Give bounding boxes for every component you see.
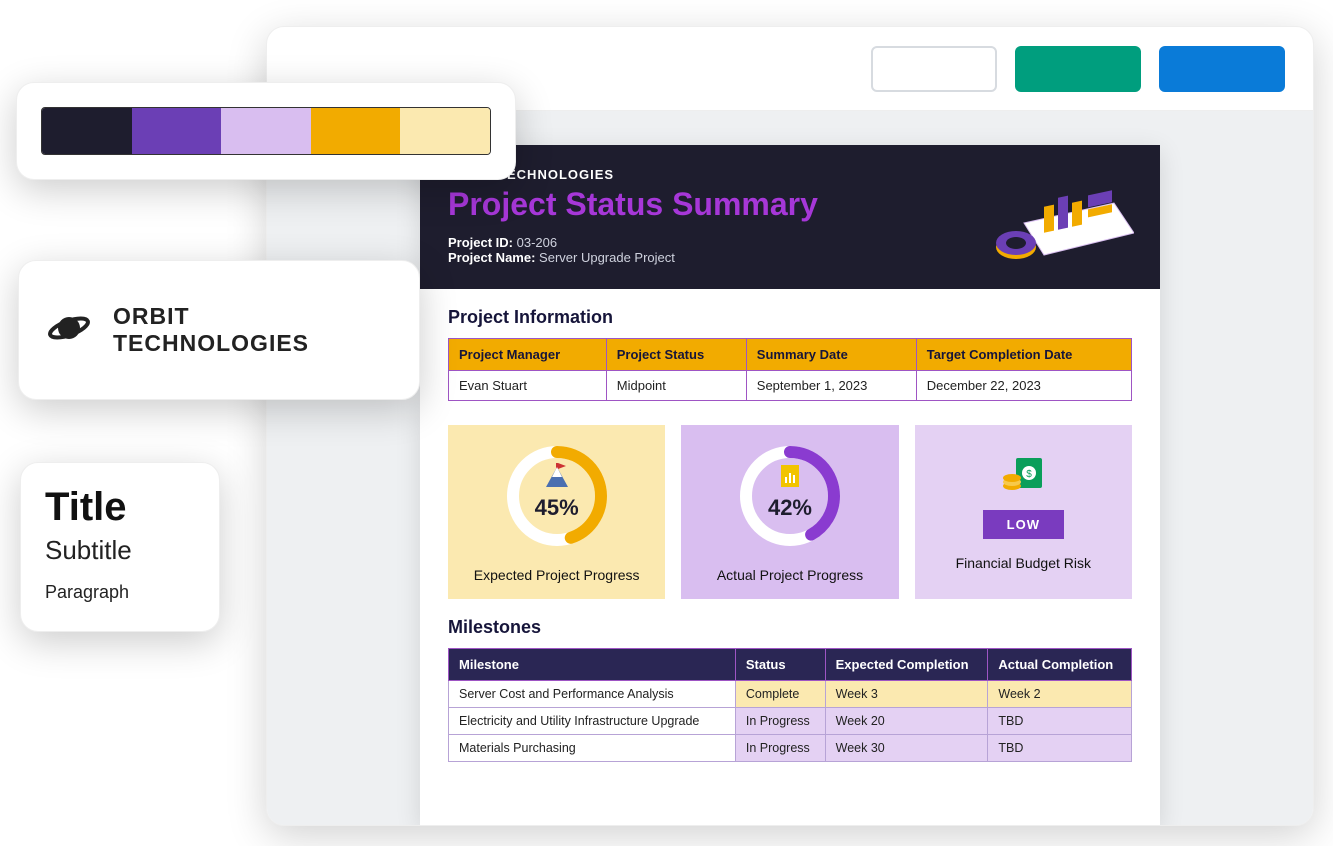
card-actual-progress: 42% Actual Project Progress [681,425,898,599]
risk-label: Financial Budget Risk [956,555,1091,571]
table-row: Materials PurchasingIn ProgressWeek 30TB… [449,735,1132,762]
typo-subtitle: Subtitle [45,535,195,566]
actual-progress-ring: 42% [735,441,845,551]
info-th-2: Summary Date [746,339,916,371]
doc-hero: ORBIT TECHNOLOGIES Project Status Summar… [420,145,1160,289]
ms-th-0: Milestone [449,649,736,681]
project-info-table: Project Manager Project Status Summary D… [448,338,1132,401]
logo-text: ORBIT TECHNOLOGIES [113,303,391,357]
table-cell: Complete [735,681,825,708]
actual-label: Actual Project Progress [717,567,863,583]
palette-swatch [400,108,490,154]
ms-th-1: Status [735,649,825,681]
palette-swatch [311,108,401,154]
info-td-0: Evan Stuart [449,371,607,401]
color-palette [41,107,491,155]
info-td-2: September 1, 2023 [746,371,916,401]
section-title-milestones: Milestones [448,617,1132,638]
actual-pct: 42% [735,441,845,551]
table-cell: In Progress [735,735,825,762]
palette-swatch [132,108,222,154]
table-cell: TBD [988,735,1132,762]
section-milestones: Milestones Milestone Status Expected Com… [420,599,1160,766]
ms-th-3: Actual Completion [988,649,1132,681]
header-button-blue[interactable] [1159,46,1285,92]
table-cell: Server Cost and Performance Analysis [449,681,736,708]
table-row: Electricity and Utility Infrastructure U… [449,708,1132,735]
expected-progress-ring: 45% [502,441,612,551]
table-cell: Week 30 [825,735,988,762]
table-cell: Week 2 [988,681,1132,708]
info-th-3: Target Completion Date [916,339,1131,371]
meta-name-value: Server Upgrade Project [539,250,675,265]
header-button-outline[interactable] [871,46,997,92]
card-expected-progress: 45% Expected Project Progress [448,425,665,599]
info-th-1: Project Status [606,339,746,371]
app-body: ORBIT TECHNOLOGIES Project Status Summar… [267,111,1313,825]
meta-name-label: Project Name: [448,250,535,265]
typo-paragraph: Paragraph [45,582,195,603]
info-td-3: December 22, 2023 [916,371,1131,401]
table-cell: Week 20 [825,708,988,735]
svg-text:$: $ [1027,469,1033,480]
milestones-table: Milestone Status Expected Completion Act… [448,648,1132,762]
info-td-1: Midpoint [606,371,746,401]
section-project-info: Project Information Project Manager Proj… [420,289,1160,405]
table-cell: Electricity and Utility Infrastructure U… [449,708,736,735]
meta-id-label: Project ID: [448,235,513,250]
planet-logo-icon [47,306,91,355]
table-row: Evan Stuart Midpoint September 1, 2023 D… [449,371,1132,401]
table-cell: Materials Purchasing [449,735,736,762]
palette-swatch [221,108,311,154]
table-cell: Week 3 [825,681,988,708]
meta-id-value: 03-206 [517,235,557,250]
progress-cards: 45% Expected Project Progress 42% [420,405,1160,599]
color-palette-card [16,82,516,180]
table-row: Server Cost and Performance AnalysisComp… [449,681,1132,708]
section-title-info: Project Information [448,307,1132,328]
palette-swatch [42,108,132,154]
table-cell: TBD [988,708,1132,735]
header-button-teal[interactable] [1015,46,1141,92]
expected-pct: 45% [502,441,612,551]
info-th-0: Project Manager [449,339,607,371]
document: ORBIT TECHNOLOGIES Project Status Summar… [420,145,1160,825]
table-cell: In Progress [735,708,825,735]
risk-badge: LOW [983,510,1064,539]
money-icon: $ [1002,454,1044,496]
logo-card: ORBIT TECHNOLOGIES [18,260,420,400]
typo-title: Title [45,487,195,527]
typography-card: Title Subtitle Paragraph [20,462,220,632]
ms-th-2: Expected Completion [825,649,988,681]
expected-label: Expected Project Progress [474,567,640,583]
card-budget-risk: $ LOW Financial Budget Risk [915,425,1132,599]
dashboard-illustration-icon [994,163,1134,263]
